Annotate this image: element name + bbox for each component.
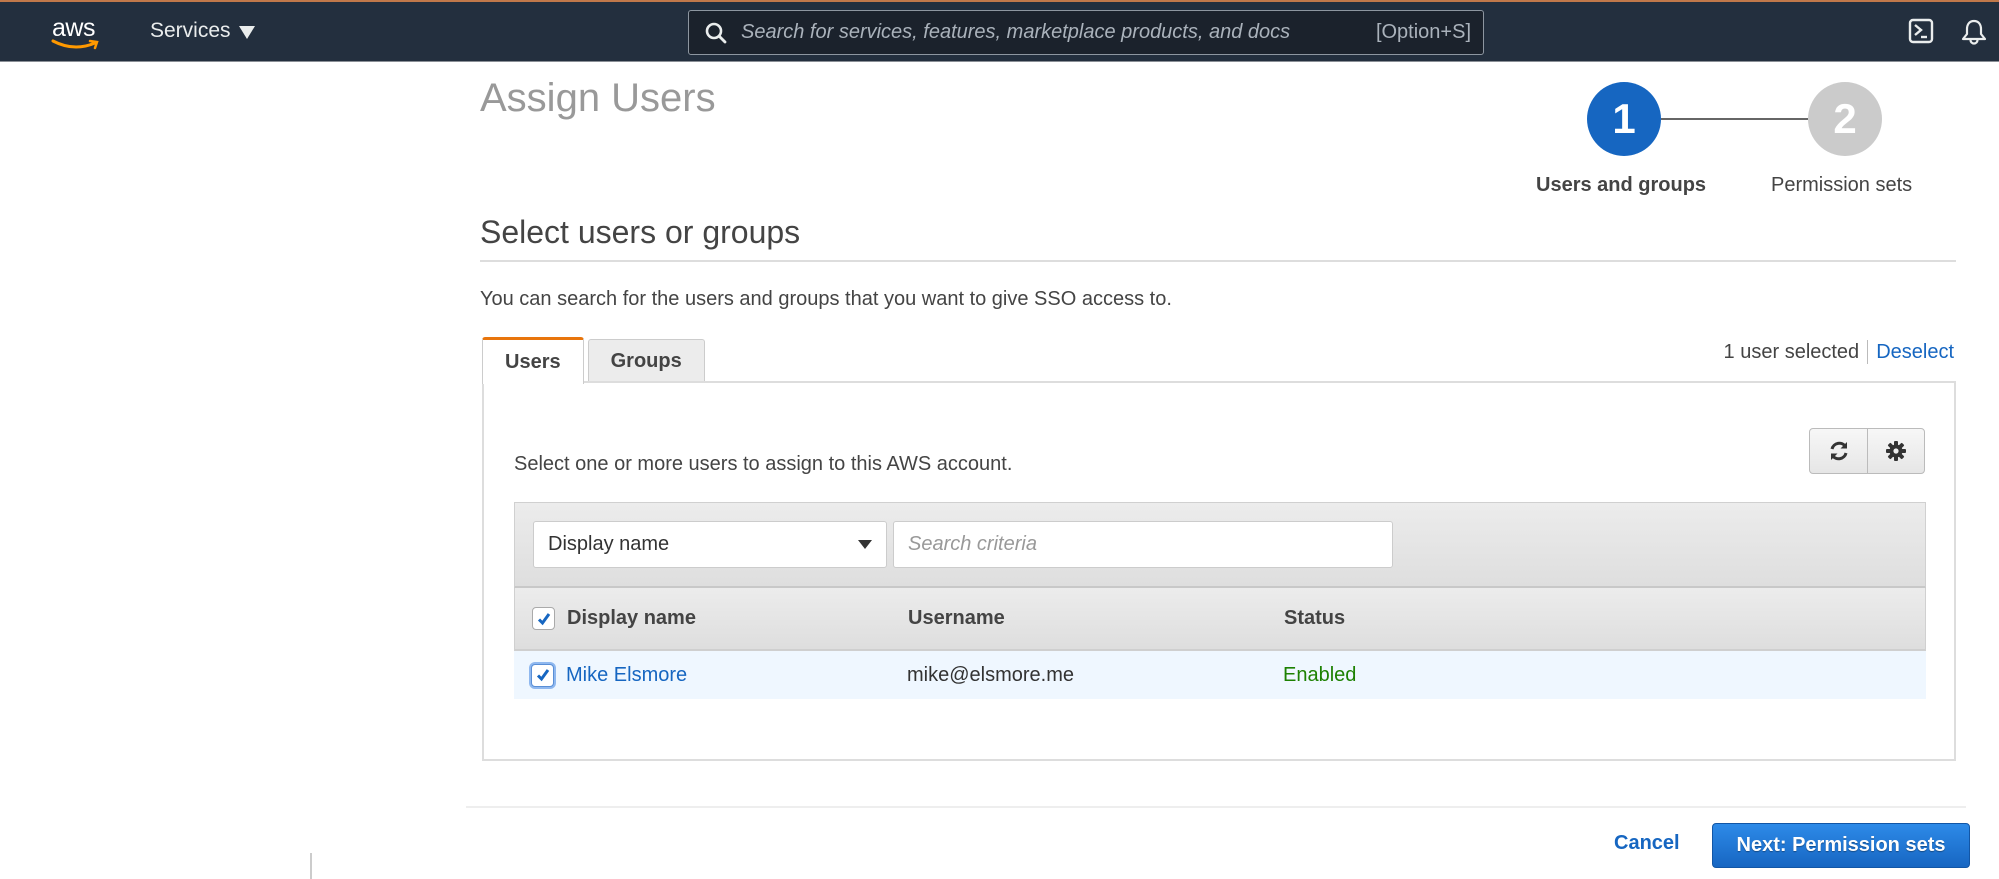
footer-divider: [466, 806, 1966, 808]
filter-attribute-value: Display name: [548, 533, 670, 555]
bell-icon: [1961, 19, 1987, 45]
services-label: Services: [150, 19, 231, 42]
notifications-button[interactable]: [1960, 18, 1988, 51]
checkmark-icon: [537, 612, 550, 625]
wizard-stepper: 1 2 Users and groups Permission sets: [1530, 82, 1970, 202]
users-panel: Select one or more users to assign to th…: [482, 381, 1956, 761]
column-header-status[interactable]: Status: [1284, 607, 1345, 630]
search-criteria-input[interactable]: [893, 521, 1393, 568]
top-navigation-bar: aws Services [Option+S]: [0, 0, 1999, 62]
cloudshell-icon: [1908, 18, 1934, 44]
next-permission-sets-button[interactable]: Next: Permission sets: [1712, 823, 1970, 868]
cloudshell-button[interactable]: [1908, 18, 1934, 49]
settings-button[interactable]: [1867, 429, 1924, 473]
gear-icon: [1886, 441, 1906, 461]
global-search-input[interactable]: [739, 20, 1376, 45]
step-1-indicator: 1: [1587, 82, 1661, 156]
refresh-icon: [1830, 441, 1847, 461]
section-description: You can search for the users and groups …: [480, 288, 1172, 310]
page-title: Assign Users: [480, 76, 716, 120]
selection-summary: 1 user selected Deselect: [1724, 340, 1954, 364]
row-checkbox[interactable]: [531, 663, 554, 687]
selection-separator: [1867, 340, 1869, 364]
user-status: Enabled: [1283, 663, 1357, 686]
section-divider: [480, 260, 1956, 262]
global-search-box[interactable]: [Option+S]: [688, 10, 1484, 55]
user-group-tabs: Users Groups: [482, 337, 705, 384]
sidebar-resize-handle[interactable]: [310, 853, 312, 879]
column-header-username[interactable]: Username: [908, 607, 1005, 630]
table-header: Display name Username Status: [514, 588, 1926, 651]
aws-smile-icon: [51, 39, 99, 50]
section-title: Select users or groups: [480, 214, 801, 250]
search-shortcut-hint: [Option+S]: [1375, 21, 1471, 43]
stepper-connector: [1661, 118, 1808, 120]
user-display-name-link[interactable]: Mike Elsmore: [566, 664, 687, 687]
step-2-label: Permission sets: [1771, 174, 1913, 196]
table-actions: [1809, 428, 1925, 474]
select-all-checkbox[interactable]: [532, 607, 555, 630]
user-username: mike@elsmore.me: [907, 663, 1075, 686]
caret-down-icon: [858, 540, 872, 549]
caret-down-icon: [238, 25, 255, 39]
services-menu-button[interactable]: Services: [150, 19, 255, 43]
refresh-button[interactable]: [1810, 429, 1867, 473]
deselect-link[interactable]: Deselect: [1876, 341, 1954, 364]
cancel-button[interactable]: Cancel: [1614, 832, 1680, 855]
panel-description: Select one or more users to assign to th…: [514, 453, 1013, 475]
step-1-label: Users and groups: [1536, 174, 1707, 196]
column-header-display-name[interactable]: Display name: [567, 607, 696, 630]
tab-users[interactable]: Users: [482, 337, 584, 384]
aws-logo[interactable]: aws: [50, 12, 102, 52]
filter-attribute-select[interactable]: Display name: [533, 521, 887, 568]
checkmark-icon: [536, 669, 549, 682]
search-icon: [705, 22, 727, 43]
filter-bar: Display name: [514, 502, 1926, 588]
table-row[interactable]: Mike Elsmore mike@elsmore.me Enabled: [514, 651, 1926, 699]
tab-groups[interactable]: Groups: [587, 339, 705, 383]
step-2-indicator: 2: [1808, 82, 1882, 156]
selection-count: 1 user selected: [1723, 340, 1860, 363]
